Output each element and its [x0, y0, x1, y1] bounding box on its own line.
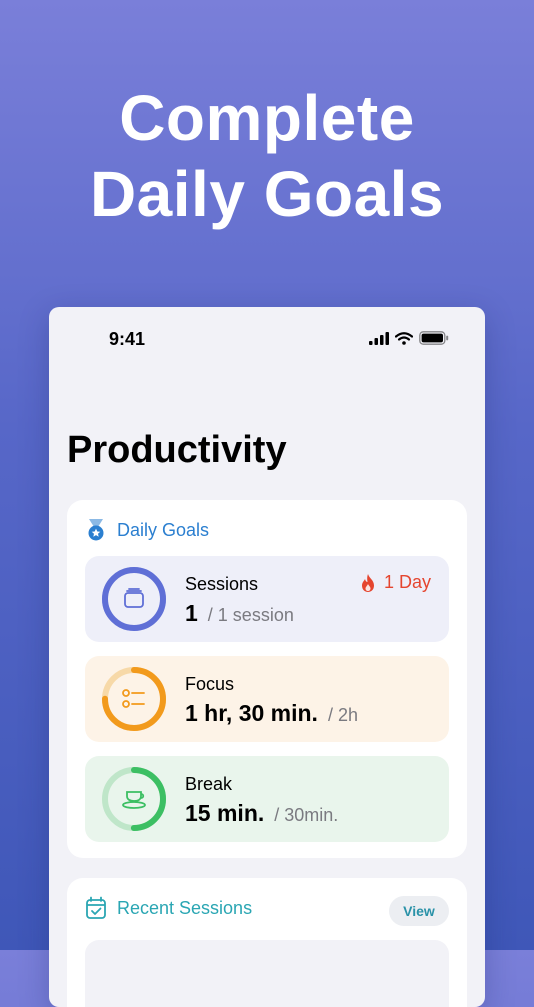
stack-icon — [124, 588, 144, 608]
break-progress-ring — [102, 767, 166, 831]
goal-value-target: / 30min. — [274, 805, 339, 825]
sessions-progress-ring — [102, 567, 166, 631]
view-button[interactable]: View — [389, 896, 449, 926]
goal-row-break[interactable]: Break 15 min. / 30min. — [85, 756, 449, 842]
streak-label: 1 Day — [383, 572, 431, 592]
goal-value-target: / 1 session — [207, 605, 294, 625]
goal-name-sessions: Sessions — [185, 574, 259, 594]
daily-goals-card: Daily Goals Sessions 1 / 1 session 1 Day… — [67, 500, 467, 858]
sessions-ring-fill — [102, 567, 166, 631]
daily-goals-label: Daily Goals — [117, 519, 210, 540]
recent-sessions-label: Recent Sessions — [117, 897, 253, 918]
goal-value-sessions: 1 / 1 session — [185, 600, 294, 627]
recent-sessions-card: Recent Sessions View — [67, 878, 467, 1007]
status-bar: 9:41 — [49, 307, 485, 367]
recent-session-item[interactable] — [85, 940, 449, 1007]
calendar-check-icon — [86, 896, 106, 919]
goal-value-main: 15 min. — [185, 800, 265, 826]
battery-icon — [419, 331, 449, 345]
status-icons — [369, 331, 449, 345]
goal-name-break: Break — [185, 774, 233, 794]
headline-line-2: Daily Goals — [89, 158, 445, 230]
cup-icon — [122, 791, 146, 809]
recent-sessions-header: Recent Sessions — [85, 896, 252, 920]
wifi-icon — [395, 331, 413, 345]
goal-row-focus[interactable]: Focus 1 hr, 30 min. / 2h — [85, 656, 449, 742]
phone-screen: 9:41 Productivity Daily Goals Sessions 1… — [49, 307, 485, 1007]
medal-icon — [88, 519, 104, 541]
goal-value-focus: 1 hr, 30 min. / 2h — [185, 700, 358, 727]
checklist-icon — [122, 689, 145, 708]
focus-progress-ring — [102, 667, 166, 731]
goal-value-target: / 2h — [327, 705, 358, 725]
flame-icon — [361, 573, 374, 592]
goal-value-main: 1 hr, 30 min. — [185, 700, 318, 726]
goal-row-sessions[interactable]: Sessions 1 / 1 session 1 Day — [85, 556, 449, 642]
page-title: Productivity — [67, 429, 287, 471]
headline: Complete Daily Goals — [0, 80, 534, 232]
daily-goals-header: Daily Goals — [85, 518, 209, 542]
goal-value-break: 15 min. / 30min. — [185, 800, 338, 827]
status-time: 9:41 — [109, 329, 146, 349]
headline-line-1: Complete — [119, 82, 415, 154]
goal-name-focus: Focus — [185, 674, 235, 694]
signal-icon — [369, 331, 389, 345]
goal-value-main: 1 — [185, 600, 198, 626]
streak-badge: 1 Day — [360, 572, 431, 593]
